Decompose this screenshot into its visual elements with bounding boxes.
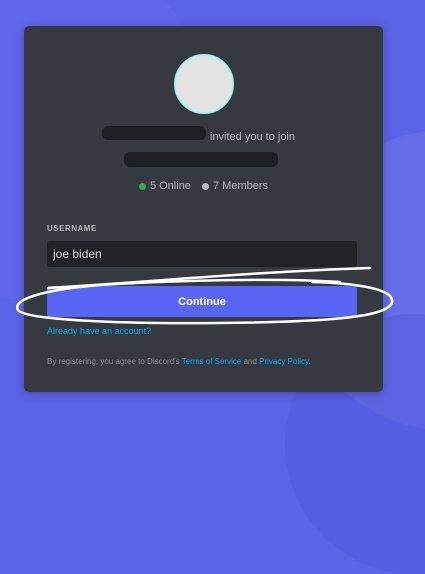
invite-modal: invited you to join 5 Online 7 Members U… [24, 26, 383, 392]
privacy-policy-link[interactable]: Privacy Policy [259, 357, 308, 366]
server-stats: 5 Online 7 Members [24, 180, 383, 193]
invited-text: invited you to join [210, 131, 295, 143]
online-count: 5 Online [138, 180, 191, 192]
terms-prefix: By registering, you agree to Discord's [47, 357, 182, 366]
member-count: 7 Members [202, 180, 268, 192]
members-text: 7 Members [213, 180, 269, 192]
username-input[interactable] [47, 241, 357, 267]
terms-of-service-link[interactable]: Terms of Service [182, 357, 242, 366]
terms-text: By registering, you agree to Discord's T… [47, 357, 311, 366]
online-dot-icon [138, 182, 146, 190]
members-dot-icon [202, 182, 209, 190]
redacted-server-name [124, 152, 278, 167]
username-label: USERNAME [47, 224, 97, 233]
terms-suffix: . [308, 357, 311, 366]
continue-button[interactable]: Continue [47, 286, 357, 317]
terms-and: and [241, 357, 260, 366]
redacted-inviter-name [102, 126, 206, 140]
server-avatar [174, 54, 234, 114]
login-link[interactable]: Already have an account? [47, 326, 151, 336]
online-text: 5 Online [149, 180, 191, 192]
